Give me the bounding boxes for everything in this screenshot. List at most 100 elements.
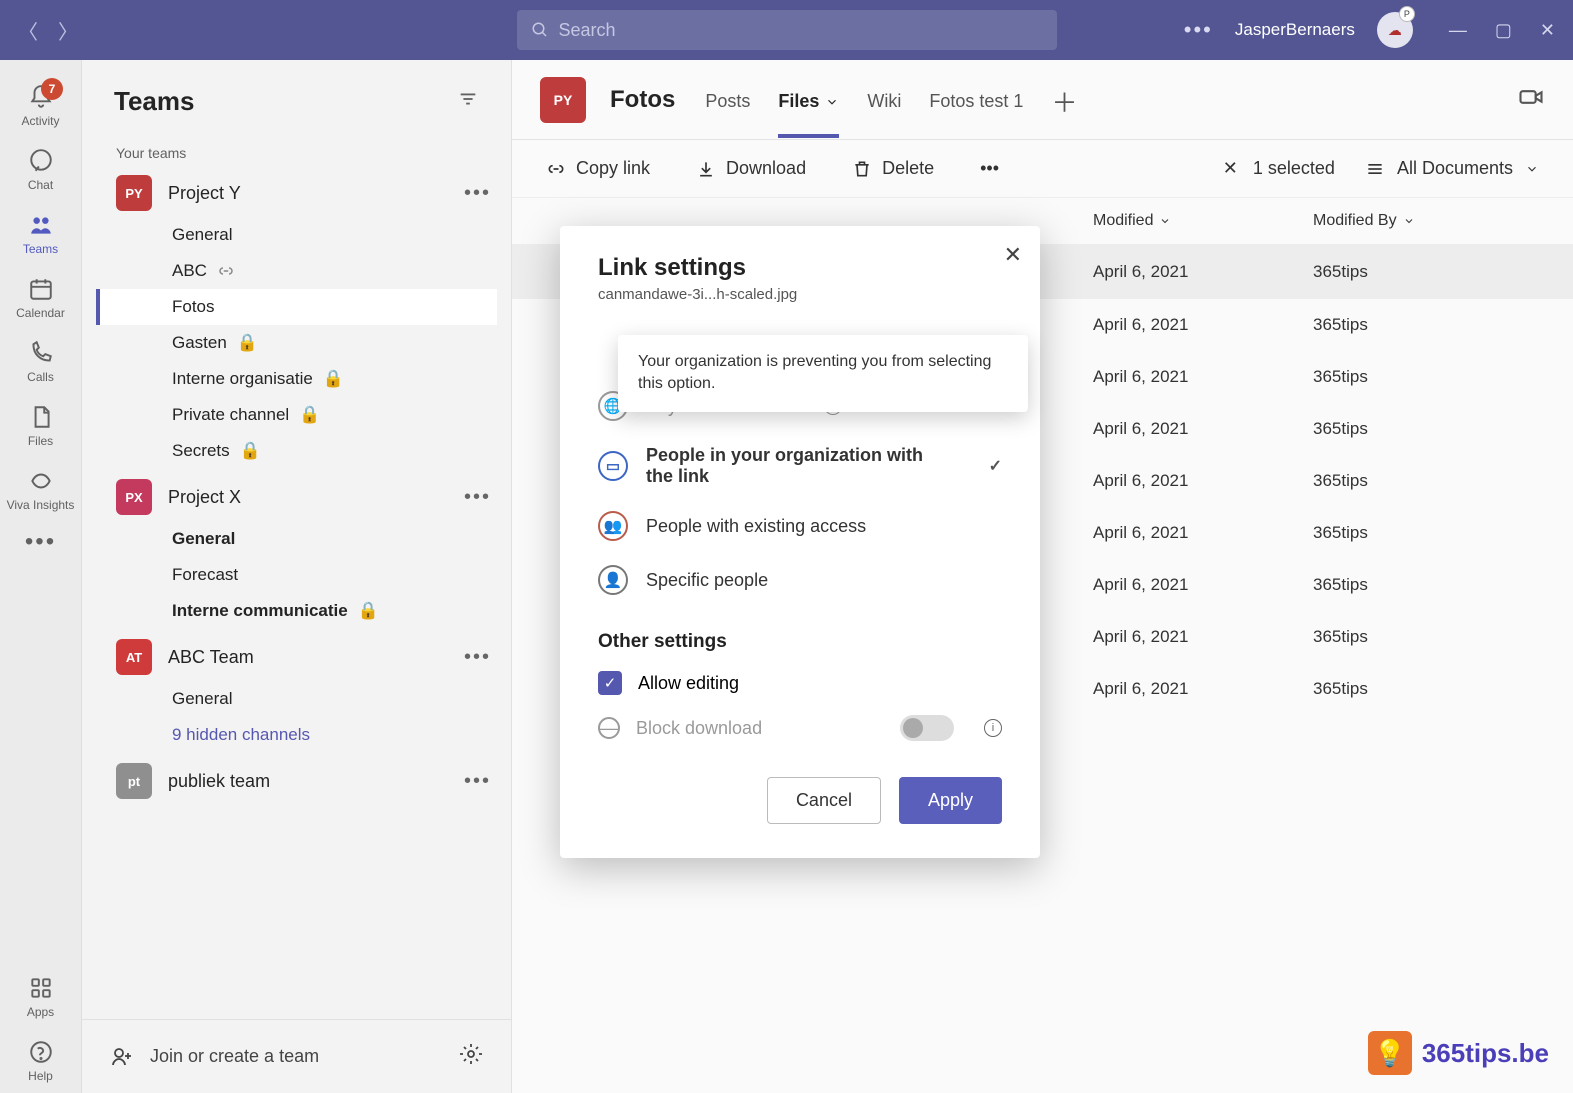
- tooltip: Your organization is preventing you from…: [618, 335, 1028, 412]
- info-icon[interactable]: i: [984, 719, 1002, 737]
- option-organization[interactable]: ▭ People in your organization with the l…: [560, 433, 1040, 499]
- file-modified: April 6, 2021: [1093, 523, 1313, 543]
- team-abc[interactable]: AT ABC Team •••: [96, 629, 497, 681]
- team-more-button[interactable]: •••: [464, 182, 491, 205]
- channel-general-x[interactable]: General: [96, 521, 497, 557]
- search-input[interactable]: Search: [517, 10, 1057, 50]
- team-tile: AT: [116, 639, 152, 675]
- other-settings-heading: Other settings: [560, 607, 1040, 661]
- minimize-button[interactable]: —: [1449, 20, 1467, 41]
- rail-files[interactable]: Files: [0, 394, 81, 458]
- people-icon: 👥: [598, 511, 628, 541]
- channel-general[interactable]: General: [96, 217, 497, 253]
- file-icon: [28, 404, 54, 430]
- team-tile: pt: [116, 763, 152, 799]
- delete-button[interactable]: Delete: [852, 158, 934, 179]
- copy-link-button[interactable]: Copy link: [546, 158, 650, 179]
- rail-more-button[interactable]: •••: [25, 522, 56, 574]
- presence-badge: P: [1399, 6, 1415, 22]
- avatar[interactable]: ☁ P: [1377, 12, 1413, 48]
- allow-editing-row[interactable]: ✓ Allow editing: [560, 661, 1040, 705]
- download-button[interactable]: Download: [696, 158, 806, 179]
- tab-label: Fotos test 1: [929, 91, 1023, 112]
- maximize-button[interactable]: ▢: [1495, 20, 1512, 41]
- block-icon: —: [598, 717, 620, 739]
- file-modified-by: 365tips: [1313, 315, 1533, 335]
- join-create-link[interactable]: Join or create a team: [150, 1046, 319, 1067]
- close-window-button[interactable]: ✕: [1540, 20, 1555, 41]
- titlebar-more-button[interactable]: •••: [1184, 17, 1213, 43]
- dialog-close-button[interactable]: ✕: [1004, 242, 1022, 268]
- team-more-button[interactable]: •••: [464, 770, 491, 793]
- file-modified-by: 365tips: [1313, 627, 1533, 647]
- tab-files[interactable]: Files: [778, 61, 839, 138]
- team-project-x[interactable]: PX Project X •••: [96, 469, 497, 521]
- channel-abc[interactable]: ABC: [96, 253, 497, 289]
- rail-label: Calls: [27, 370, 54, 384]
- back-button[interactable]: 〈: [18, 16, 38, 45]
- option-existing-access[interactable]: 👥 People with existing access: [560, 499, 1040, 553]
- file-modified: April 6, 2021: [1093, 575, 1313, 595]
- checkbox-checked-icon[interactable]: ✓: [598, 671, 622, 695]
- team-project-y[interactable]: PY Project Y •••: [96, 165, 497, 217]
- chevron-down-icon: [1159, 215, 1171, 227]
- chat-icon: [28, 148, 54, 174]
- lock-icon: 🔒: [323, 369, 344, 389]
- rail-teams[interactable]: Teams: [0, 202, 81, 266]
- team-more-button[interactable]: •••: [464, 486, 491, 509]
- tab-fotos-test[interactable]: Fotos test 1: [929, 61, 1023, 138]
- block-download-row: — Block download i: [560, 705, 1040, 751]
- link-icon: [217, 262, 235, 280]
- clear-selection-button[interactable]: ✕ 1 selected: [1223, 158, 1335, 179]
- channel-gasten[interactable]: Gasten🔒: [96, 325, 497, 361]
- rail-label: Viva Insights: [7, 498, 75, 512]
- person-plus-icon: 👤: [598, 565, 628, 595]
- team-name: Project X: [168, 487, 448, 508]
- channel-fotos[interactable]: Fotos: [96, 289, 497, 325]
- col-modified-by[interactable]: Modified By: [1313, 212, 1533, 230]
- channel-label: 9 hidden channels: [172, 725, 310, 745]
- channel-label: General: [172, 529, 235, 549]
- channel-forecast[interactable]: Forecast: [96, 557, 497, 593]
- rail-viva[interactable]: Viva Insights: [0, 458, 81, 522]
- filter-button[interactable]: [457, 88, 479, 115]
- team-publiek[interactable]: pt publiek team •••: [96, 753, 497, 805]
- team-name: ABC Team: [168, 647, 448, 668]
- channel-secrets[interactable]: Secrets🔒: [96, 433, 497, 469]
- rail-activity[interactable]: 7 Activity: [0, 74, 81, 138]
- option-specific-people[interactable]: 👤 Specific people: [560, 553, 1040, 607]
- channel-general-at[interactable]: General: [96, 681, 497, 717]
- view-selector[interactable]: All Documents: [1365, 158, 1539, 179]
- meet-button[interactable]: [1517, 83, 1545, 116]
- btn-label: Delete: [882, 158, 934, 179]
- rail-chat[interactable]: Chat: [0, 138, 81, 202]
- apply-button[interactable]: Apply: [899, 777, 1002, 824]
- tab-wiki[interactable]: Wiki: [867, 61, 901, 138]
- your-teams-label: Your teams: [82, 135, 511, 165]
- rail-calendar[interactable]: Calendar: [0, 266, 81, 330]
- team-more-button[interactable]: •••: [464, 646, 491, 669]
- channel-title: Fotos: [610, 86, 675, 114]
- forward-button[interactable]: 〉: [58, 16, 78, 45]
- channel-interne-org[interactable]: Interne organisatie🔒: [96, 361, 497, 397]
- rail-apps[interactable]: Apps: [0, 965, 81, 1029]
- rail-calls[interactable]: Calls: [0, 330, 81, 394]
- add-tab-button[interactable]: ＋: [1051, 61, 1077, 138]
- link-settings-dialog: ✕ Link settings canmandawe-3i...h-scaled…: [560, 226, 1040, 858]
- rail-help[interactable]: Help: [0, 1029, 81, 1093]
- file-modified-by: 365tips: [1313, 367, 1533, 387]
- rail-label: Chat: [28, 178, 53, 192]
- sidebar-title: Teams: [114, 86, 194, 117]
- channel-interne-comm[interactable]: Interne communicatie🔒: [96, 593, 497, 629]
- settings-button[interactable]: [459, 1042, 483, 1071]
- channel-header: PY Fotos Posts Files Wiki Fotos test 1 ＋: [512, 60, 1573, 140]
- tab-posts[interactable]: Posts: [705, 61, 750, 138]
- channel-private[interactable]: Private channel🔒: [96, 397, 497, 433]
- col-modified[interactable]: Modified: [1093, 212, 1313, 230]
- channel-label: General: [172, 225, 232, 245]
- toolbar-more-button[interactable]: •••: [980, 158, 999, 179]
- app-rail: 7 Activity Chat Teams Calendar Calls Fil…: [0, 60, 82, 1093]
- hidden-channels-link[interactable]: 9 hidden channels: [96, 717, 497, 753]
- cancel-button[interactable]: Cancel: [767, 777, 881, 824]
- option-label: Specific people: [646, 570, 768, 591]
